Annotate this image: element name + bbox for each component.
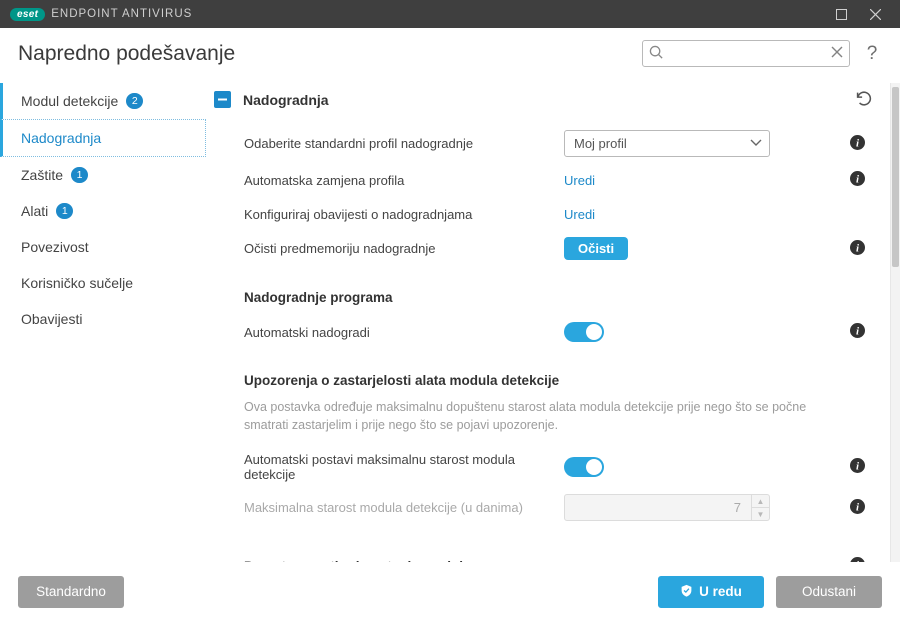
clear-search-icon[interactable] — [830, 45, 844, 62]
clear-button[interactable]: Očisti — [564, 237, 628, 260]
cancel-button[interactable]: Odustani — [776, 576, 882, 608]
row-clear-cache: Očisti predmemoriju nadogradnje Očisti i — [214, 231, 872, 266]
page-title: Napredno podešavanje — [18, 42, 630, 66]
info-icon[interactable]: i — [842, 323, 872, 341]
content-pane: Nadogradnja Odaberite standardni profil … — [210, 83, 890, 562]
sidebar-item-label: Alati — [21, 203, 48, 219]
info-icon[interactable]: i — [842, 135, 872, 153]
row-max-age-days: Maksimalna starost modula detekcije (u d… — [214, 488, 872, 527]
subsection-description: Ova postavka određuje maksimalnu dopušte… — [214, 398, 872, 446]
footer: Standardno U redu Odustani — [0, 562, 900, 620]
spinner-arrows: ▲ ▼ — [751, 495, 769, 520]
info-icon[interactable]: i — [842, 171, 872, 189]
edit-link[interactable]: Uredi — [564, 173, 595, 188]
sidebar-item-ui[interactable]: Korisničko sučelje — [0, 265, 206, 301]
edit-link[interactable]: Uredi — [564, 207, 595, 222]
help-button[interactable]: ? — [862, 43, 882, 65]
chevron-down-icon — [750, 137, 762, 152]
spinner-down-icon: ▼ — [752, 508, 769, 520]
sidebar: Modul detekcije 2 Nadogradnja Zaštite 1 … — [0, 83, 210, 562]
row-auto-max-age: Automatski postavi maksimalnu starost mo… — [214, 446, 872, 488]
spinner-value: 7 — [565, 500, 751, 515]
sidebar-item-label: Korisničko sučelje — [21, 275, 133, 291]
revert-icon[interactable] — [854, 89, 872, 110]
search-box — [642, 40, 850, 67]
section-title: Nadogradnja — [243, 92, 842, 108]
sidebar-item-label: Obavijesti — [21, 311, 82, 327]
scrollbar-thumb[interactable] — [892, 87, 899, 267]
search-input[interactable] — [642, 40, 850, 67]
select-value: Moj profil — [574, 136, 627, 151]
ok-button[interactable]: U redu — [658, 576, 764, 608]
profile-select[interactable]: Moj profil — [564, 130, 770, 157]
sidebar-badge: 1 — [71, 167, 88, 183]
row-label: Automatska zamjena profila — [214, 173, 564, 188]
info-icon[interactable]: i — [842, 527, 872, 562]
sidebar-item-label: Modul detekcije — [21, 93, 118, 109]
row-label: Automatski nadogradi — [214, 325, 564, 340]
row-profile: Odaberite standardni profil nadogradnje … — [214, 124, 872, 163]
brand-product: ENDPOINT ANTIVIRUS — [51, 8, 192, 20]
row-label: Automatski postavi maksimalnu starost mo… — [214, 452, 564, 482]
row-auto-switch: Automatska zamjena profila Uredi i — [214, 163, 872, 197]
row-label: Konfiguriraj obavijesti o nadogradnjama — [214, 207, 564, 222]
sidebar-badge: 1 — [56, 203, 73, 219]
row-label: Odaberite standardni profil nadogradnje — [214, 136, 564, 151]
auto-max-age-toggle[interactable] — [564, 457, 604, 477]
default-button[interactable]: Standardno — [18, 576, 124, 608]
sidebar-item-label: Zaštite — [21, 167, 63, 183]
window-close-button[interactable] — [858, 0, 892, 28]
subsection-rollback: Povrat na prethodno stanje modula — [214, 529, 842, 562]
sidebar-item-protections[interactable]: Zaštite 1 — [0, 157, 206, 193]
brand-logo: eset — [10, 8, 45, 21]
info-icon[interactable]: i — [842, 499, 872, 517]
sidebar-badge: 2 — [126, 93, 143, 109]
auto-upgrade-toggle[interactable] — [564, 322, 604, 342]
titlebar: eset ENDPOINT ANTIVIRUS — [0, 0, 900, 28]
collapse-toggle[interactable] — [214, 91, 231, 108]
spinner-up-icon: ▲ — [752, 495, 769, 508]
sidebar-item-tools[interactable]: Alati 1 — [0, 193, 206, 229]
section-header: Nadogradnja — [214, 83, 872, 124]
brand: eset ENDPOINT ANTIVIRUS — [10, 8, 192, 21]
subsection-program-updates: Nadogradnje programa — [214, 266, 872, 315]
info-icon[interactable]: i — [842, 240, 872, 258]
scrollbar[interactable] — [890, 83, 900, 562]
window-maximize-button[interactable] — [824, 0, 858, 28]
sidebar-item-update[interactable]: Nadogradnja — [0, 119, 206, 157]
max-age-spinner: 7 ▲ ▼ — [564, 494, 770, 521]
header: Napredno podešavanje ? — [0, 28, 900, 83]
ok-button-label: U redu — [699, 584, 742, 599]
sidebar-item-label: Nadogradnja — [21, 130, 101, 146]
row-auto-upgrade: Automatski nadogradi i — [214, 315, 872, 349]
sidebar-item-label: Povezivost — [21, 239, 89, 255]
subsection-outdated-warning: Upozorenja o zastarjelosti alata modula … — [214, 349, 872, 398]
info-icon[interactable]: i — [842, 458, 872, 476]
row-notify: Konfiguriraj obavijesti o nadogradnjama … — [214, 197, 872, 231]
row-label: Očisti predmemoriju nadogradnje — [214, 241, 564, 256]
sidebar-item-detection[interactable]: Modul detekcije 2 — [0, 83, 206, 119]
row-label: Maksimalna starost modula detekcije (u d… — [214, 500, 564, 515]
sidebar-item-notifications[interactable]: Obavijesti — [0, 301, 206, 337]
sidebar-item-connectivity[interactable]: Povezivost — [0, 229, 206, 265]
shield-icon — [680, 584, 693, 600]
search-icon — [649, 45, 664, 63]
